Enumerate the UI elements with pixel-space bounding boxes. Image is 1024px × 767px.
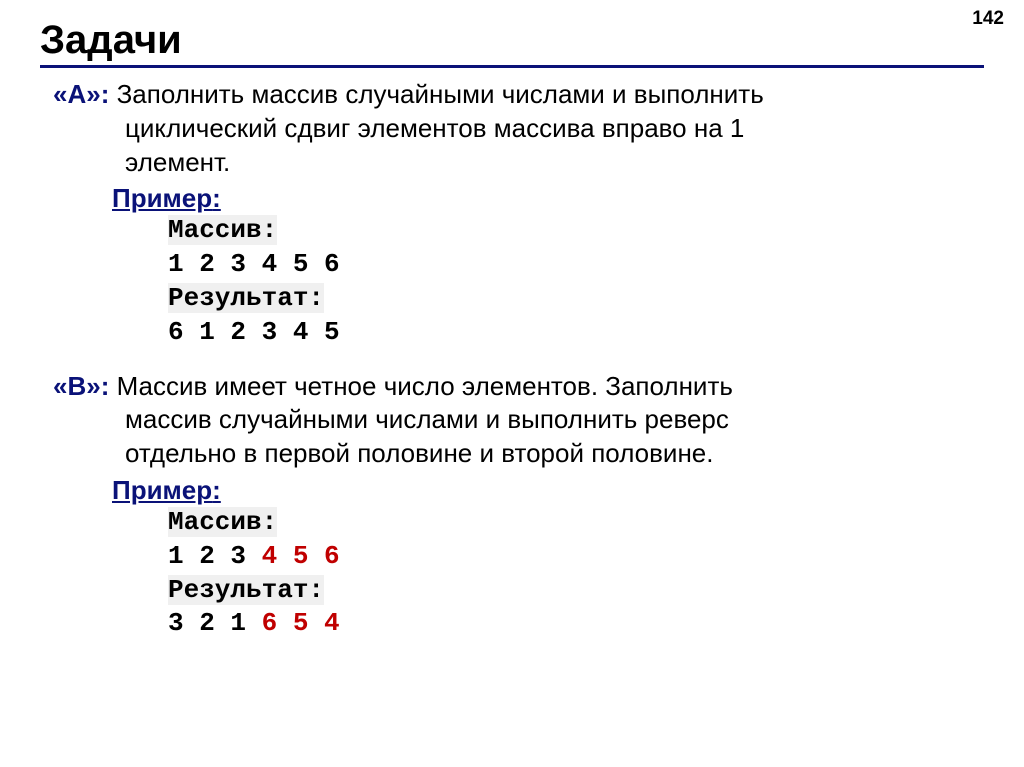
- title-underline: [40, 65, 984, 68]
- task-b-result-values-p1: 3 2 1: [168, 608, 262, 638]
- task-b-code-block: Массив: 1 2 3 4 5 6 Результат: 3 2 1 6 5…: [40, 506, 984, 641]
- task-b-result-values-p2: 6 5 4: [262, 608, 340, 638]
- task-a-desc-line1: Заполнить массив случайными числами и вы…: [109, 79, 763, 109]
- task-a-label: «A»:: [53, 79, 109, 109]
- slide-container: 142 Задачи «A»: Заполнить массив случайн…: [0, 0, 1024, 767]
- task-a-array-values: 1 2 3 4 5 6: [168, 249, 340, 279]
- task-b-description: «B»: Массив имеет четное число элементов…: [40, 370, 984, 471]
- task-b-result-label: Результат:: [168, 575, 324, 605]
- task-a-example-label: Пример:: [40, 183, 984, 214]
- task-a-block: «A»: Заполнить массив случайными числами…: [40, 78, 984, 350]
- task-b-label: «B»:: [53, 371, 109, 401]
- task-b-desc-line3: отдельно в первой половине и второй поло…: [53, 437, 984, 471]
- task-a-result-values: 6 1 2 3 4 5: [168, 317, 340, 347]
- task-b-example-label: Пример:: [40, 475, 984, 506]
- task-a-code-block: Массив: 1 2 3 4 5 6 Результат: 6 1 2 3 4…: [40, 214, 984, 349]
- task-b-array-label: Массив:: [168, 507, 277, 537]
- task-b-array-values-p1: 1 2 3: [168, 541, 262, 571]
- task-a-array-label: Массив:: [168, 215, 277, 245]
- task-b-array-values-p2: 4 5 6: [262, 541, 340, 571]
- page-number: 142: [972, 8, 1004, 30]
- task-a-description: «A»: Заполнить массив случайными числами…: [40, 78, 984, 179]
- task-a-desc-line2: циклический сдвиг элементов массива впра…: [53, 112, 984, 146]
- slide-title: Задачи: [40, 18, 984, 63]
- task-b-desc-line1: Массив имеет четное число элементов. Зап…: [109, 371, 733, 401]
- task-b-desc-line2: массив случайными числами и выполнить ре…: [53, 403, 984, 437]
- task-b-block: «B»: Массив имеет четное число элементов…: [40, 370, 984, 642]
- task-a-result-label: Результат:: [168, 283, 324, 313]
- task-a-desc-line3: элемент.: [53, 146, 984, 180]
